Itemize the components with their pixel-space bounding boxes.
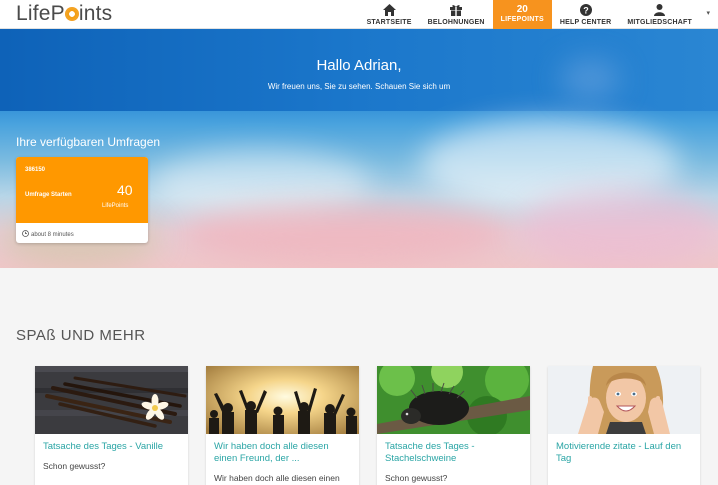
nav-mitgliedschaft[interactable]: MITGLIEDSCHAFT [619, 0, 700, 29]
article-card-friends[interactable]: Wir haben doch alle diesen einen Freund,… [206, 366, 359, 485]
motivation-image [548, 366, 700, 434]
svg-text:?: ? [583, 5, 589, 15]
survey-points: 40 [117, 182, 133, 198]
article-card-vanilla[interactable]: Tatsache des Tages - Vanille Schon gewus… [35, 366, 188, 485]
article-teaser: Schon gewusst? [43, 461, 106, 471]
article-teaser: Schon gewusst? [385, 473, 448, 483]
fun-section-title: SPAß UND MEHR [16, 327, 146, 344]
vanilla-image [35, 366, 188, 434]
nav-startseite[interactable]: STARTSEITE [359, 0, 420, 29]
logo-text: LifeP [16, 2, 65, 25]
survey-start-label[interactable]: Umfrage Starten [25, 192, 72, 198]
nav-lifepoints[interactable]: 20 LIFEPOINTS [492, 0, 552, 29]
gift-icon [450, 3, 463, 16]
nav-items: STARTSEITE BELOHNUNGEN 20 LIFEPOINTS ? H… [359, 0, 700, 29]
clock-icon [22, 230, 29, 239]
points-balance: 20 [516, 4, 528, 15]
top-nav: LifeP ints STARTSEITE BELOHNUNGEN 20 LIFE… [0, 0, 718, 29]
user-icon [654, 3, 666, 16]
cloud-decoration [520, 189, 718, 268]
available-surveys-title: Ihre verfügbaren Umfragen [16, 135, 161, 149]
home-icon [382, 3, 396, 16]
survey-id: 386150 [25, 167, 46, 173]
article-title[interactable]: Tatsache des Tages - Stachelschweine [385, 441, 522, 465]
friends-image [206, 366, 359, 434]
survey-duration: about 8 minutes [22, 230, 74, 239]
survey-points-label: LifePoints [102, 203, 129, 209]
hero-banner: Hallo Adrian, Wir freuen uns, Sie zu seh… [0, 29, 718, 268]
nav-belohnungen[interactable]: BELOHNUNGEN [420, 0, 493, 29]
survey-duration-text: about 8 minutes [31, 231, 74, 238]
survey-card-header: 386150 Umfrage Starten 40 LifePoints [16, 157, 148, 223]
greeting-heading: Hallo Adrian, [316, 57, 402, 74]
nav-help-center[interactable]: ? HELP CENTER [552, 0, 619, 29]
lifepoints-logo[interactable]: LifeP ints [16, 2, 112, 26]
logo-sun-icon [64, 7, 79, 21]
article-card-motivation[interactable]: Motivierende zitate - Lauf den Tag [548, 366, 700, 485]
chevron-down-icon[interactable]: ▾ [706, 9, 710, 17]
help-icon: ? [579, 3, 592, 16]
cloud-decoration [180, 204, 510, 264]
greeting-subtitle: Wir freuen uns, Sie zu sehen. Schauen Si… [267, 82, 451, 91]
article-title[interactable]: Motivierende zitate - Lauf den Tag [556, 441, 692, 465]
survey-card[interactable]: 386150 Umfrage Starten 40 LifePoints abo… [16, 157, 148, 243]
article-title[interactable]: Tatsache des Tages - Vanille [43, 441, 180, 453]
article-title[interactable]: Wir haben doch alle diesen einen Freund,… [214, 441, 351, 465]
article-teaser: Wir haben doch alle diesen einen Freund,… [214, 473, 340, 485]
porcupine-image [377, 366, 530, 434]
article-card-porcupine[interactable]: Tatsache des Tages - Stachelschweine Sch… [377, 366, 530, 485]
